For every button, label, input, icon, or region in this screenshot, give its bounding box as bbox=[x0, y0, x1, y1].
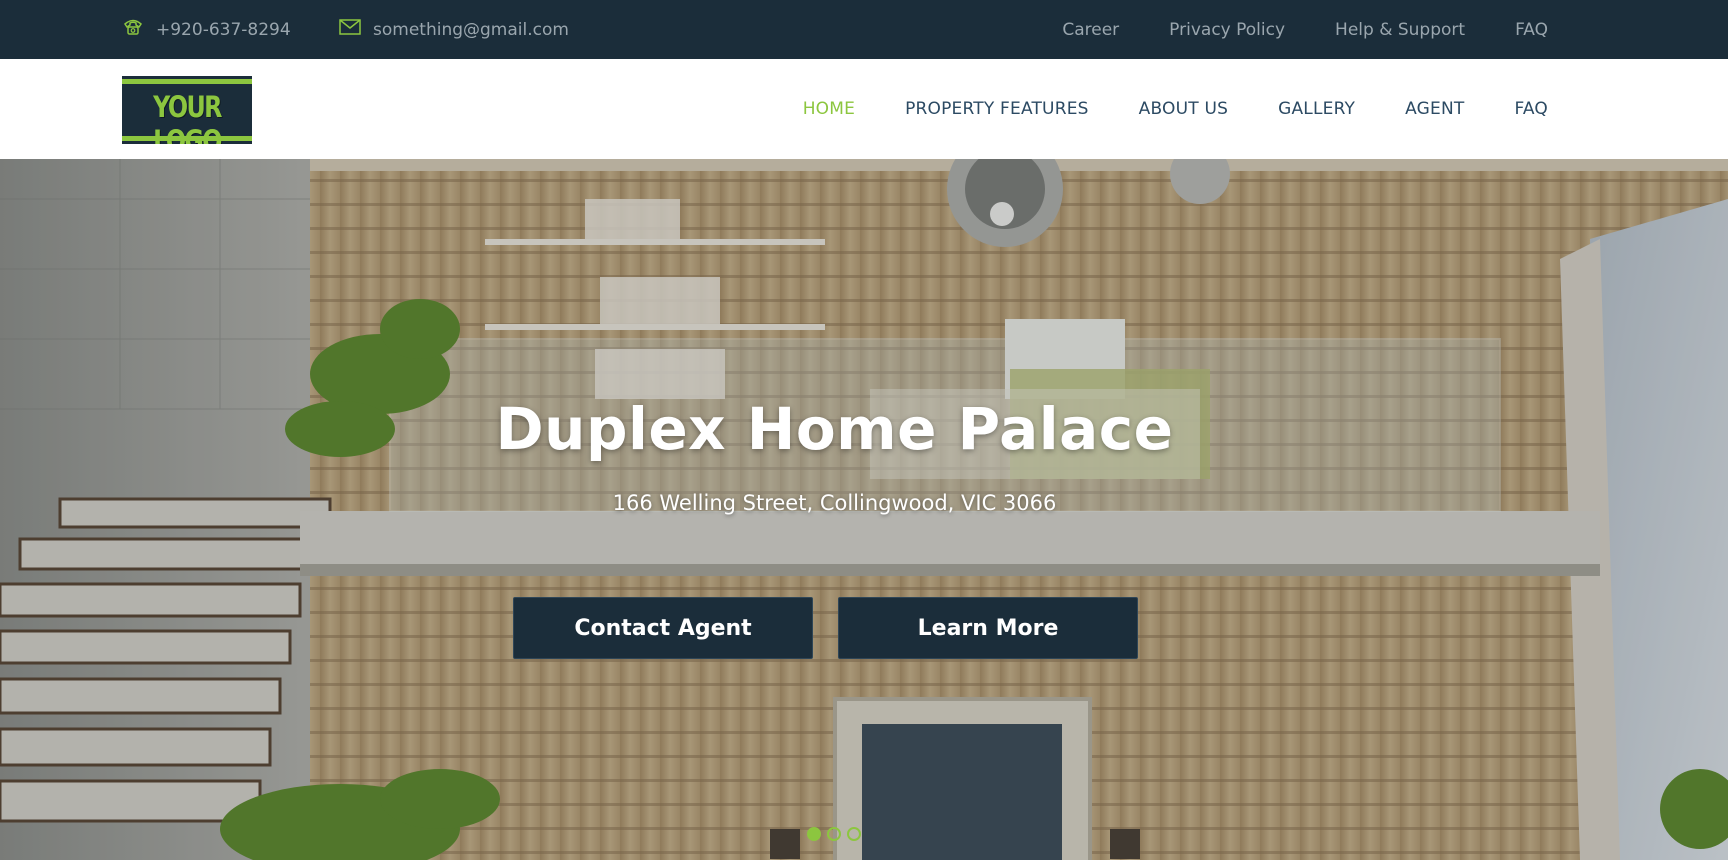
nav-property-features[interactable]: PROPERTY FEATURES bbox=[905, 99, 1089, 119]
nav-faq[interactable]: FAQ bbox=[1514, 99, 1548, 119]
hero-section: Duplex Home Palace 166 Welling Street, C… bbox=[0, 159, 1728, 860]
logo-stripe-top bbox=[122, 79, 252, 84]
learn-more-button[interactable]: Learn More bbox=[838, 597, 1138, 659]
nav-gallery[interactable]: GALLERY bbox=[1278, 99, 1355, 119]
nav-home[interactable]: HOME bbox=[803, 99, 855, 119]
hero-address: 166 Welling Street, Collingwood, VIC 306… bbox=[612, 491, 1057, 515]
career-link[interactable]: Career bbox=[1062, 20, 1119, 40]
slider-dot-3[interactable] bbox=[847, 827, 861, 841]
slider-dot-1[interactable] bbox=[807, 827, 821, 841]
phone-icon bbox=[122, 18, 156, 41]
privacy-policy-link[interactable]: Privacy Policy bbox=[1169, 20, 1285, 40]
logo[interactable]: YOUR LOGO bbox=[122, 76, 252, 144]
envelope-icon bbox=[339, 19, 373, 40]
slider-dot-2[interactable] bbox=[827, 827, 841, 841]
hero-title: Duplex Home Palace bbox=[495, 395, 1174, 463]
email-contact[interactable]: something@gmail.com bbox=[339, 0, 569, 59]
logo-stripe-bottom bbox=[122, 136, 252, 141]
help-support-link[interactable]: Help & Support bbox=[1335, 20, 1465, 40]
nav-agent[interactable]: AGENT bbox=[1405, 99, 1464, 119]
contact-agent-button[interactable]: Contact Agent bbox=[513, 597, 813, 659]
top-bar: +920-637-8294 something@gmail.com Career… bbox=[0, 0, 1728, 59]
main-nav: HOME PROPERTY FEATURES ABOUT US GALLERY … bbox=[803, 59, 1548, 159]
top-links: Career Privacy Policy Help & Support FAQ bbox=[1062, 0, 1548, 59]
email-address: something@gmail.com bbox=[373, 19, 569, 40]
phone-contact[interactable]: +920-637-8294 bbox=[122, 0, 291, 59]
site-header: YOUR LOGO HOME PROPERTY FEATURES ABOUT U… bbox=[0, 59, 1728, 159]
nav-about-us[interactable]: ABOUT US bbox=[1139, 99, 1228, 119]
top-faq-link[interactable]: FAQ bbox=[1515, 20, 1548, 40]
phone-number: +920-637-8294 bbox=[156, 19, 291, 40]
slider-dots bbox=[807, 827, 861, 841]
